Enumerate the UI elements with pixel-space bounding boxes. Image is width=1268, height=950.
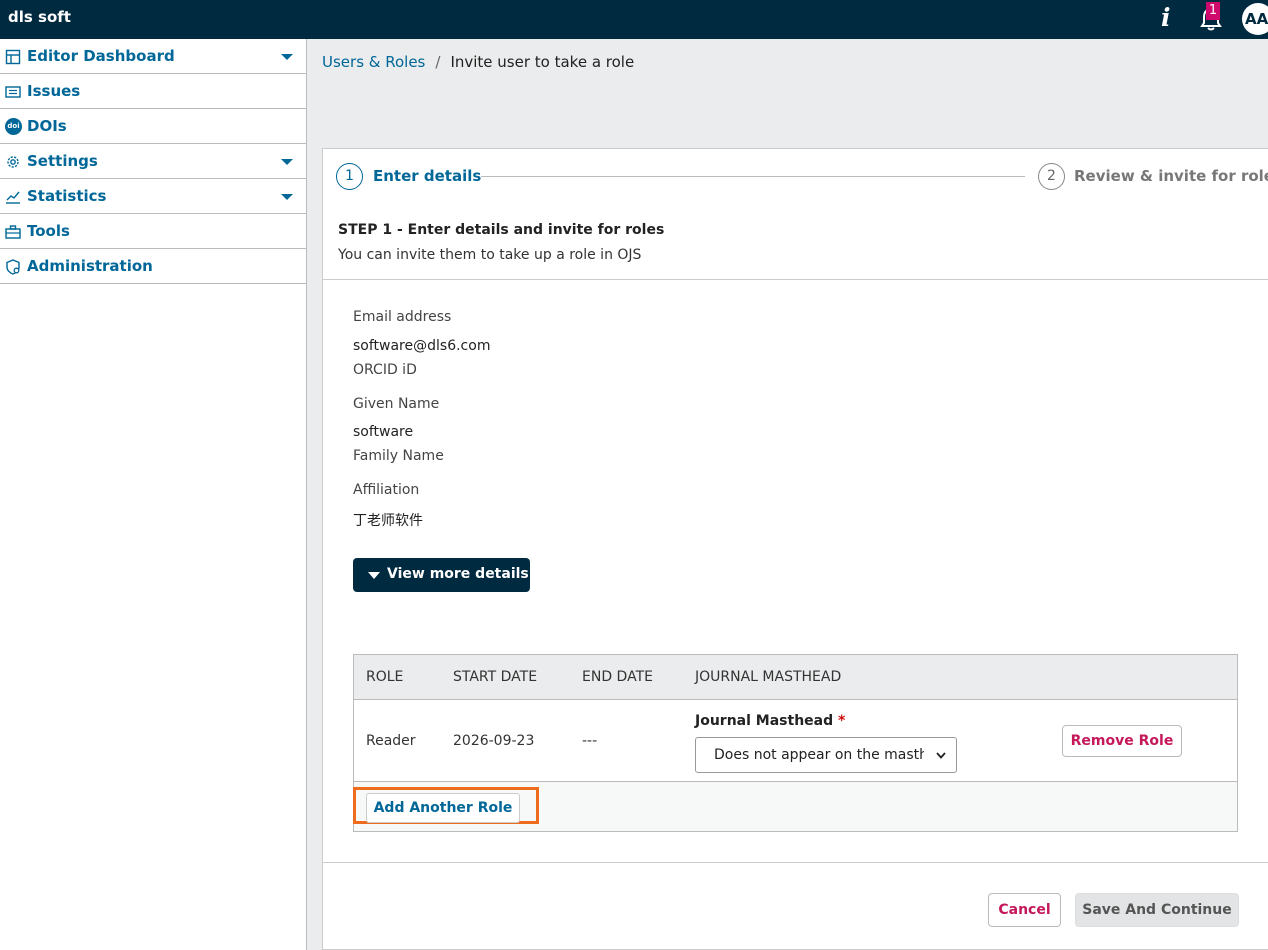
column-header-journal-masthead: JOURNAL MASTHEAD — [695, 669, 842, 685]
sidebar-item-settings[interactable]: Settings — [0, 144, 306, 179]
invite-panel: 1 Enter details 2 Review & invite for ro… — [322, 148, 1268, 950]
remove-role-button[interactable]: Remove Role — [1062, 725, 1182, 757]
issues-icon — [5, 86, 21, 98]
journal-masthead-selected-value: Does not appear on the masthead — [714, 747, 924, 763]
top-bar: dls soft i 1 AA — [0, 0, 1268, 39]
sidebar-item-dois[interactable]: doi DOIs — [0, 109, 306, 144]
sidebar-item-label: DOIs — [27, 117, 67, 135]
step-heading: STEP 1 - Enter details and invite for ro… — [338, 222, 665, 238]
dashboard-icon — [5, 49, 21, 65]
roles-table-header: ROLE START DATE END DATE JOURNAL MASTHEA… — [354, 655, 1237, 700]
journal-masthead-select[interactable]: Does not appear on the masthead — [695, 737, 957, 773]
chevron-down-icon[interactable] — [281, 194, 293, 200]
column-header-end-date: END DATE — [582, 669, 653, 685]
journal-masthead-label-text: Journal Masthead — [695, 713, 834, 729]
breadcrumb-separator: / — [435, 53, 441, 71]
info-icon[interactable]: i — [1161, 3, 1171, 32]
role-cell: Reader — [366, 733, 416, 749]
avatar[interactable]: AA — [1242, 3, 1268, 35]
step-description: You can invite them to take up a role in… — [338, 247, 642, 263]
step-1-label[interactable]: Enter details — [373, 167, 481, 185]
gear-icon — [7, 156, 19, 168]
breadcrumb-users-roles-link[interactable]: Users & Roles — [322, 53, 425, 71]
sidebar-item-tools[interactable]: Tools — [0, 214, 306, 249]
email-value: software@dls6.com — [353, 338, 491, 354]
step-1-number[interactable]: 1 — [336, 163, 363, 190]
add-another-role-button[interactable]: Add Another Role — [366, 793, 520, 823]
table-row: Reader 2026-09-23 --- Journal Masthead *… — [354, 700, 1237, 782]
email-label: Email address — [353, 309, 452, 325]
orcid-label: ORCID iD — [353, 362, 417, 378]
stepper-connector — [481, 176, 1025, 177]
sidebar-item-label: Administration — [27, 257, 153, 275]
required-marker: * — [838, 713, 846, 729]
breadcrumb: Users & Roles / Invite user to take a role — [322, 53, 634, 71]
step-2-number[interactable]: 2 — [1038, 163, 1065, 190]
chart-icon — [6, 191, 20, 204]
column-header-role: ROLE — [366, 669, 404, 685]
given-name-label: Given Name — [353, 396, 440, 412]
divider — [323, 862, 1268, 863]
sidebar-item-label: Editor Dashboard — [27, 47, 175, 65]
triangle-down-icon — [368, 572, 380, 579]
sidebar-item-label: Settings — [27, 152, 98, 170]
affiliation-label: Affiliation — [353, 482, 420, 498]
save-and-continue-button[interactable]: Save And Continue — [1075, 893, 1239, 927]
affiliation-value: 丁老师软件 — [353, 513, 423, 529]
start-date-cell: 2026-09-23 — [453, 733, 535, 749]
sidebar-item-label: Statistics — [27, 187, 107, 205]
view-more-details-label: View more details — [387, 566, 529, 582]
admin-icon — [6, 259, 20, 275]
divider — [323, 279, 1268, 280]
chevron-down-icon[interactable] — [281, 159, 293, 165]
chevron-down-icon[interactable] — [281, 54, 293, 60]
journal-masthead-label: Journal Masthead * — [695, 713, 845, 729]
family-name-label: Family Name — [353, 448, 444, 464]
view-more-details-button[interactable]: View more details — [353, 558, 530, 592]
roles-table-footer: Add Another Role — [353, 782, 1237, 831]
sidebar: Editor Dashboard Issues doi DOIs Setting… — [0, 39, 307, 950]
given-name-value: software — [353, 424, 414, 440]
sidebar-item-editor-dashboard[interactable]: Editor Dashboard — [0, 39, 306, 74]
step-2-label[interactable]: Review & invite for roles — [1074, 167, 1268, 185]
breadcrumb-current: Invite user to take a role — [450, 53, 635, 71]
chevron-down-icon — [936, 752, 946, 759]
end-date-cell: --- — [582, 733, 598, 749]
sidebar-item-label: Issues — [27, 82, 81, 100]
toolbox-icon — [5, 225, 21, 239]
sidebar-item-administration[interactable]: Administration — [0, 249, 306, 284]
sidebar-item-statistics[interactable]: Statistics — [0, 179, 306, 214]
cancel-button[interactable]: Cancel — [988, 893, 1061, 927]
roles-table: ROLE START DATE END DATE JOURNAL MASTHEA… — [353, 654, 1238, 832]
column-header-start-date: START DATE — [453, 669, 538, 685]
sidebar-item-issues[interactable]: Issues — [0, 74, 306, 109]
doi-icon: doi — [5, 118, 22, 135]
sidebar-item-label: Tools — [27, 222, 70, 240]
notification-badge: 1 — [1206, 2, 1220, 20]
brand-name[interactable]: dls soft — [8, 8, 71, 26]
